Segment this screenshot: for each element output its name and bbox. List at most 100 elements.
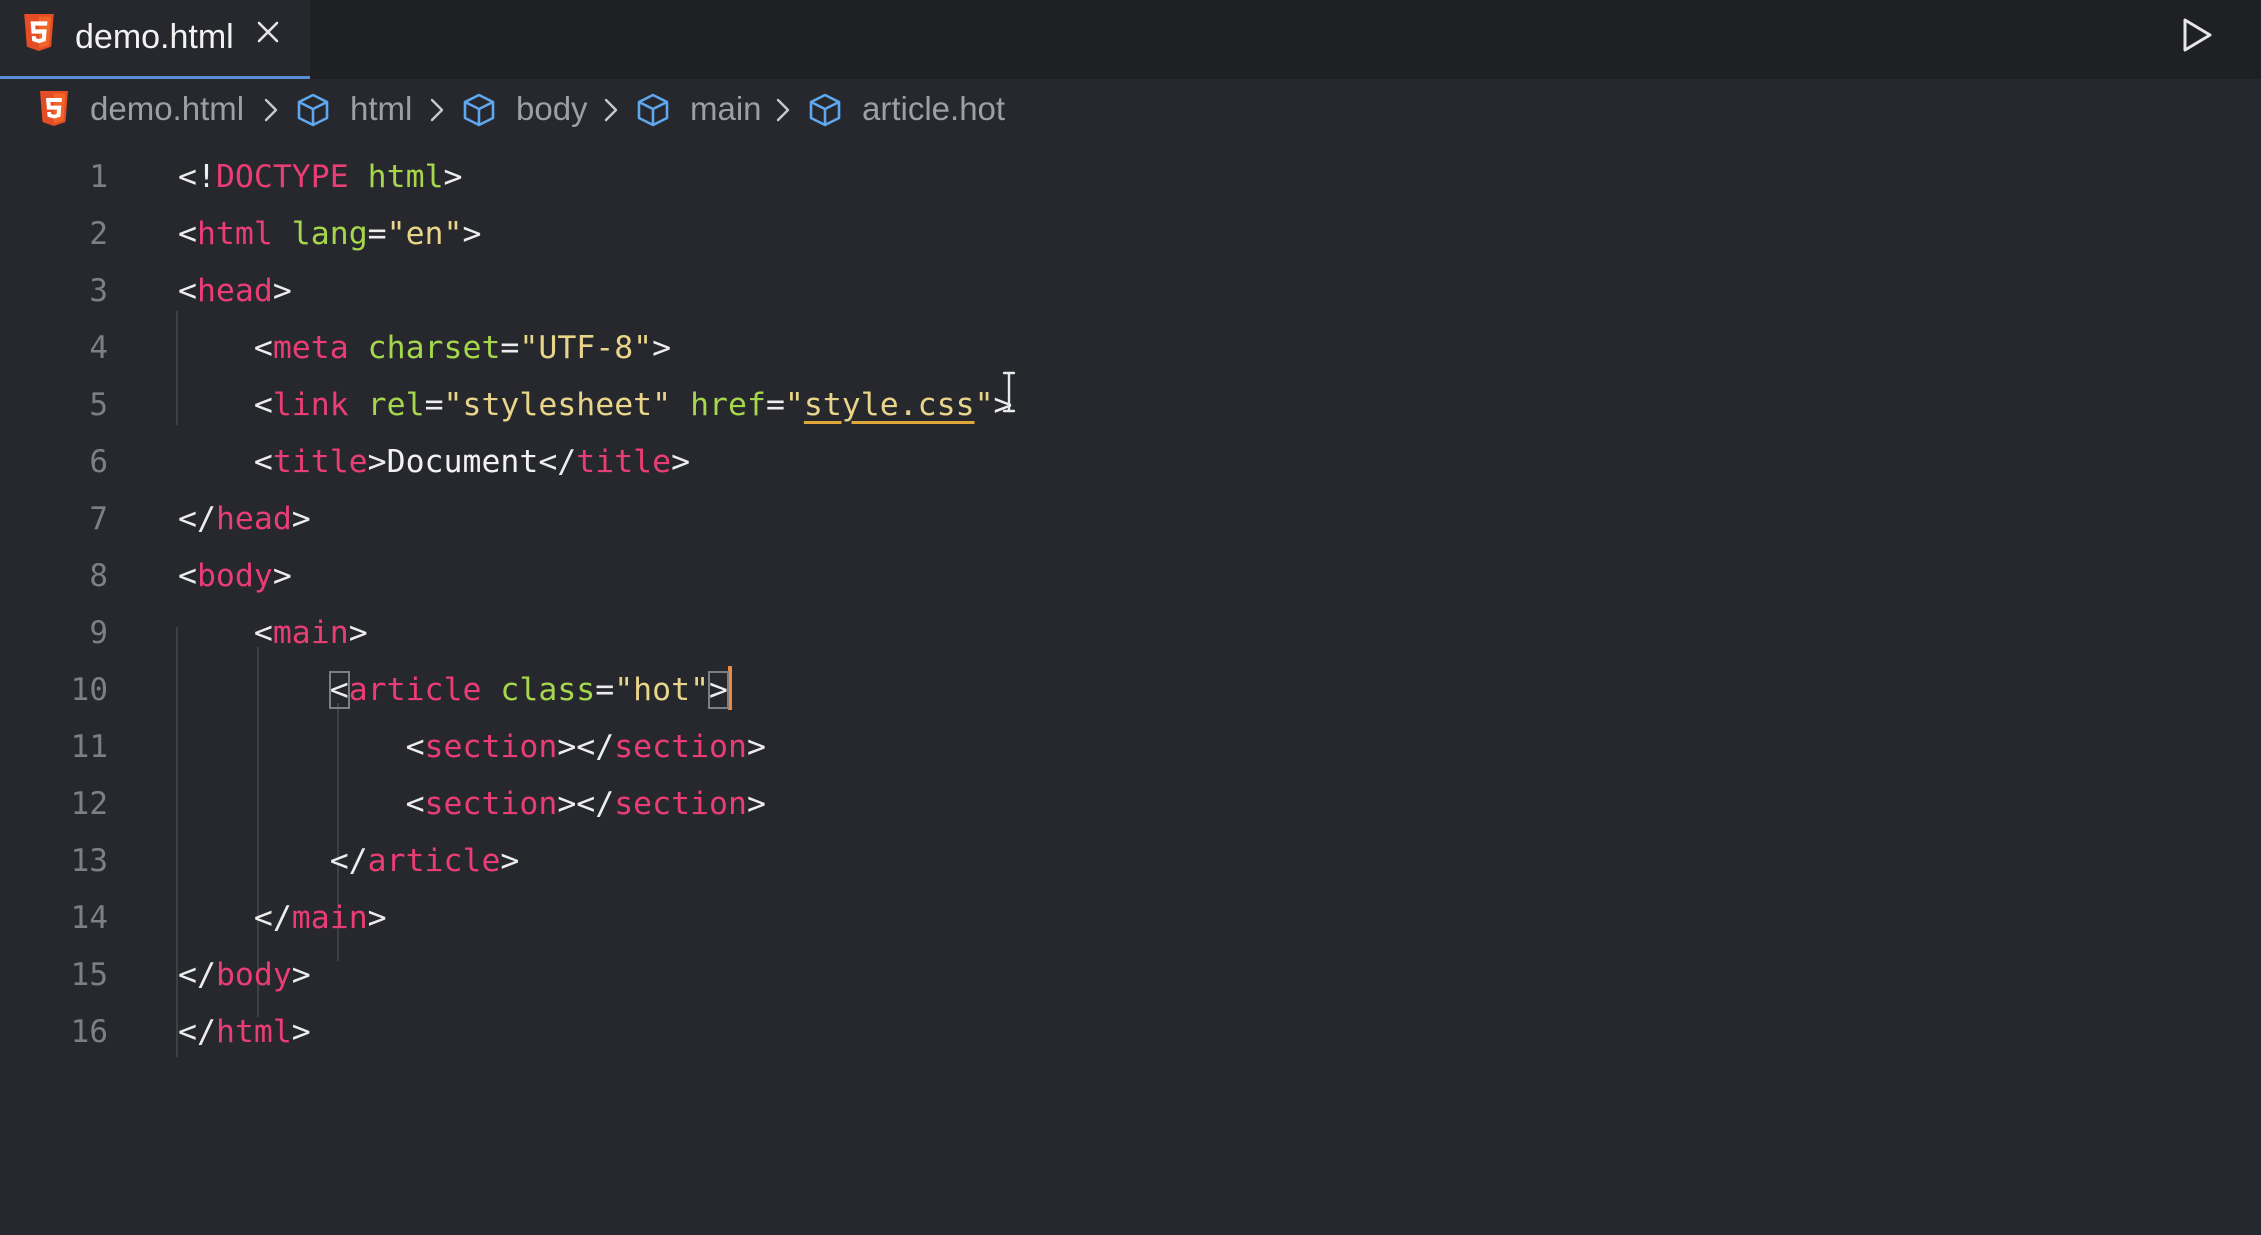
code-line[interactable]: <section></section> — [178, 776, 766, 833]
code-token-punc: > — [652, 330, 672, 366]
line-number: 5 — [89, 387, 108, 423]
code-token-punc: < — [178, 330, 273, 366]
line-number: 16 — [70, 1014, 108, 1050]
code-token-punc: > — [462, 216, 482, 252]
code-line[interactable]: <meta charset="UTF-8"> — [178, 320, 671, 377]
code-token-punc: < — [178, 729, 425, 765]
code-token-text: Document — [386, 444, 539, 480]
text-cursor-icon — [1002, 371, 1016, 413]
code-editor[interactable]: 1 2 3 4 5 6 7 8 9 10 11 12 13 14 15 16 <!DOCTYPE html> <… — [0, 141, 2261, 1235]
code-token-attr: rel — [367, 387, 425, 423]
code-token-punc: </ — [538, 444, 577, 480]
code-token-punc: < — [178, 558, 197, 594]
code-line[interactable]: <link rel="stylesheet" href="style.css"> — [178, 377, 1013, 434]
code-line[interactable]: <article class="hot"> — [178, 662, 733, 719]
code-line[interactable]: </article> — [178, 833, 520, 890]
code-token-punc: = — [765, 387, 785, 423]
code-token-tag: title — [576, 444, 672, 480]
code-token-attr: html — [367, 159, 444, 195]
code-line[interactable]: <html lang="en"> — [178, 206, 481, 263]
code-token-punc: < — [178, 444, 273, 480]
code-token-punc: < — [178, 387, 273, 423]
line-number: 11 — [70, 729, 108, 765]
code-token-punc: = — [367, 216, 387, 252]
breadcrumb-item-html[interactable]: html — [350, 87, 412, 131]
code-token-tag: title — [272, 444, 368, 480]
matched-bracket: > — [708, 671, 730, 709]
line-number: 4 — [89, 330, 108, 366]
line-number: 8 — [89, 558, 108, 594]
cube-icon — [637, 93, 669, 127]
code-token-punc: </ — [178, 957, 216, 993]
code-token-attr: charset — [367, 330, 501, 366]
code-line[interactable]: <section></section> — [178, 719, 766, 776]
code-token-tag: section — [614, 786, 747, 822]
code-token-punc: <! — [178, 159, 216, 195]
code-token-tag: body — [196, 558, 273, 594]
code-token-punc: = — [595, 672, 615, 708]
code-token-punc: > — [746, 786, 766, 822]
code-line[interactable]: <main> — [178, 605, 368, 662]
breadcrumb-file[interactable]: demo.html — [90, 87, 244, 131]
code-token-punc — [481, 672, 500, 708]
code-line[interactable]: <head> — [178, 263, 292, 320]
cube-icon — [297, 93, 329, 127]
code-token-punc: > — [500, 843, 520, 879]
code-token-punc: < — [178, 786, 425, 822]
code-token-tag: article — [367, 843, 501, 879]
code-token-str: "stylesheet" — [443, 387, 672, 423]
breadcrumb-item-body[interactable]: body — [516, 87, 588, 131]
code-token-tag: head — [196, 273, 273, 309]
code-token-punc: > — [367, 444, 387, 480]
chevron-right-icon — [430, 98, 444, 122]
code-line[interactable]: </body> — [178, 947, 311, 1004]
code-editor-window: demo.html demo.html html body main artic… — [0, 0, 2261, 1235]
code-token-punc: > — [367, 900, 387, 936]
html5-icon — [24, 14, 54, 51]
code-token-tag: html — [196, 216, 273, 252]
code-token-punc — [671, 387, 690, 423]
code-token-str: " — [974, 387, 994, 423]
play-icon[interactable] — [2176, 15, 2216, 55]
code-token-tag: section — [614, 729, 747, 765]
code-token-punc: < — [178, 273, 197, 309]
code-token-str: "UTF-8" — [519, 330, 653, 366]
code-token-tag: DOCTYPE — [215, 159, 349, 195]
code-token-tag: section — [424, 729, 558, 765]
code-token-punc: ></ — [557, 729, 615, 765]
code-line[interactable]: </main> — [178, 890, 387, 947]
code-token-punc: > — [746, 729, 766, 765]
code-token-attr: class — [500, 672, 596, 708]
line-number: 1 — [89, 159, 108, 195]
code-line[interactable]: <!DOCTYPE html> — [178, 149, 463, 206]
code-line[interactable]: </head> — [178, 491, 311, 548]
code-token-str: "en" — [386, 216, 463, 252]
code-token-punc: > — [671, 444, 691, 480]
code-line[interactable]: <title>Document</title> — [178, 434, 690, 491]
line-number: 7 — [89, 501, 108, 537]
code-token-tag: meta — [272, 330, 349, 366]
breadcrumb-item-article[interactable]: article.hot — [862, 87, 1005, 131]
line-number: 2 — [89, 216, 108, 252]
breadcrumb-item-main[interactable]: main — [690, 87, 762, 131]
tab-title: demo.html — [75, 18, 234, 56]
close-icon[interactable] — [252, 16, 284, 48]
line-number: 15 — [70, 957, 108, 993]
line-number: 9 — [89, 615, 108, 651]
code-token-punc: > — [272, 273, 292, 309]
code-token-punc: > — [291, 501, 311, 537]
code-token-attr: lang — [291, 216, 368, 252]
code-token-tag: article — [348, 672, 482, 708]
code-token-tag: body — [215, 957, 292, 993]
chevron-right-icon — [604, 98, 618, 122]
code-token-str: "hot" — [614, 672, 710, 708]
text-caret — [728, 666, 733, 710]
code-token-tag: main — [291, 900, 368, 936]
code-line[interactable]: <body> — [178, 548, 292, 605]
code-token-punc: > — [272, 558, 292, 594]
code-token-punc: </ — [178, 501, 216, 537]
code-line[interactable]: </html> — [178, 1004, 311, 1061]
tab-demo-html[interactable]: demo.html — [0, 0, 310, 79]
code-token-punc: < — [178, 615, 273, 651]
code-token-punc: < — [178, 216, 197, 252]
